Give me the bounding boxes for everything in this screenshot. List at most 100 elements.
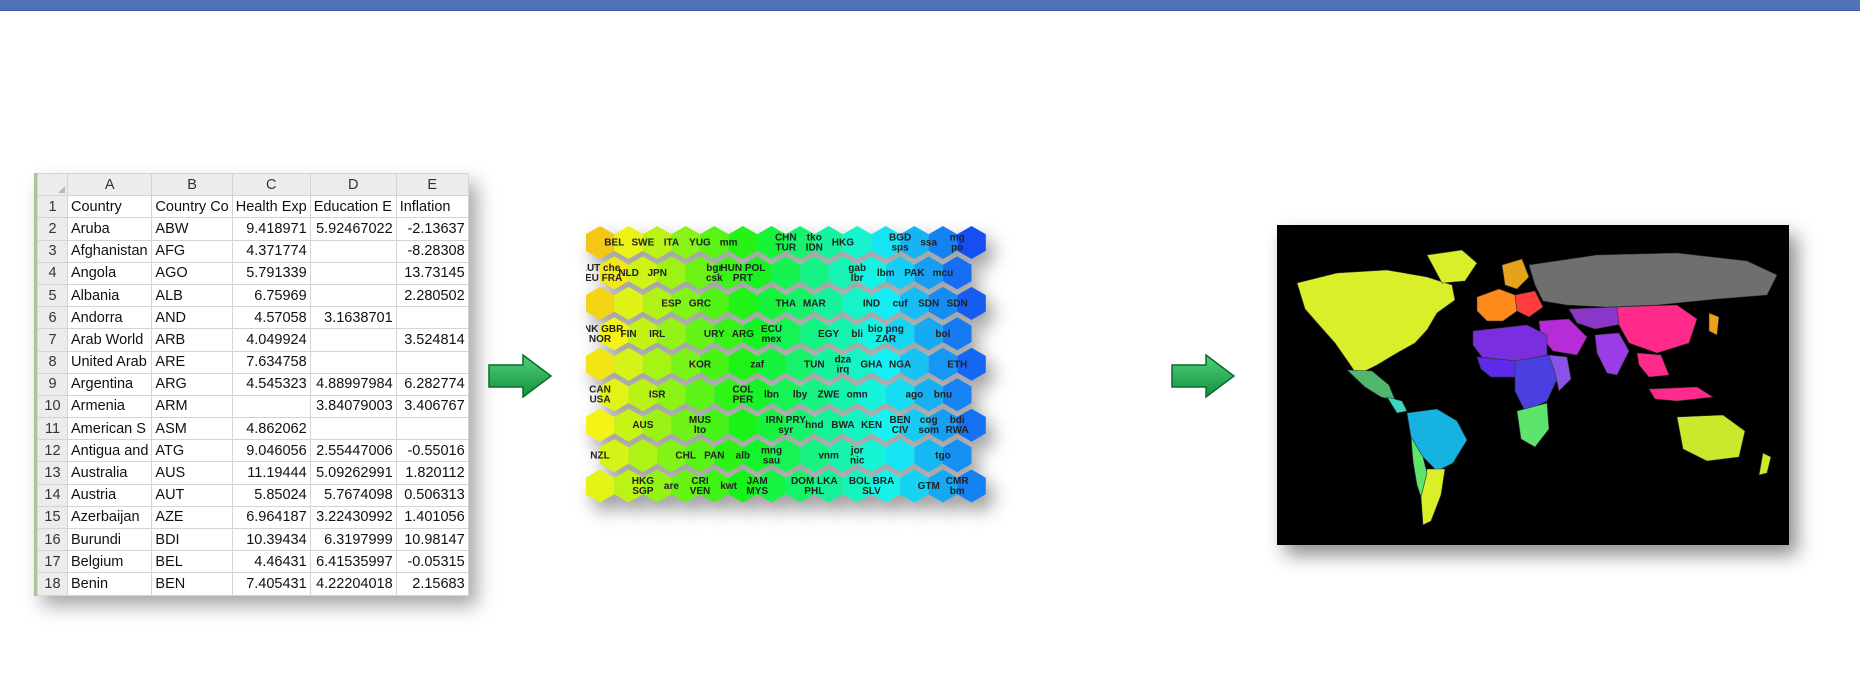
row-number[interactable]: 5 bbox=[37, 283, 68, 308]
table-cell[interactable]: 10.39434 bbox=[231, 527, 311, 552]
table-cell[interactable]: 6.282774 bbox=[395, 372, 469, 396]
column-header[interactable]: D bbox=[309, 172, 397, 197]
table-cell[interactable]: AUS bbox=[151, 461, 233, 485]
row-number[interactable]: 13 bbox=[37, 461, 68, 485]
row-number[interactable]: 11 bbox=[37, 417, 68, 441]
table-cell[interactable]: Benin bbox=[66, 572, 153, 596]
table-cell[interactable]: 1.820112 bbox=[395, 461, 469, 485]
table-cell[interactable]: Country bbox=[66, 195, 153, 219]
table-cell[interactable]: Angola bbox=[66, 261, 153, 285]
row-number[interactable]: 2 bbox=[37, 217, 68, 241]
table-cell[interactable]: 10.98147 bbox=[395, 527, 469, 552]
table-cell[interactable]: Aruba bbox=[66, 217, 153, 241]
table-cell[interactable]: AND bbox=[151, 306, 233, 330]
column-header[interactable]: E bbox=[395, 172, 469, 197]
row-number[interactable]: 14 bbox=[37, 483, 68, 507]
table-cell[interactable]: 4.22204018 bbox=[309, 572, 397, 596]
table-cell[interactable]: Inflation bbox=[395, 195, 469, 219]
table-cell[interactable]: 6.964187 bbox=[231, 505, 311, 530]
table-cell[interactable] bbox=[309, 239, 397, 263]
table-cell[interactable]: 5.09262991 bbox=[309, 461, 397, 485]
column-header[interactable]: C bbox=[231, 172, 311, 197]
table-cell[interactable] bbox=[309, 328, 397, 352]
table-cell[interactable] bbox=[231, 394, 311, 419]
table-cell[interactable]: 4.46431 bbox=[231, 550, 311, 574]
row-number[interactable]: 7 bbox=[37, 328, 68, 352]
table-cell[interactable] bbox=[395, 350, 469, 374]
table-cell[interactable]: Armenia bbox=[66, 394, 153, 419]
table-cell[interactable]: Arab World bbox=[66, 328, 153, 352]
table-cell[interactable]: ASM bbox=[151, 417, 233, 441]
table-cell[interactable]: Albania bbox=[66, 283, 153, 308]
table-cell[interactable]: 4.862062 bbox=[231, 417, 311, 441]
table-cell[interactable]: ATG bbox=[151, 439, 233, 463]
table-cell[interactable]: 6.75969 bbox=[231, 283, 311, 308]
table-cell[interactable]: 2.15683 bbox=[395, 572, 469, 596]
table-cell[interactable]: -8.28308 bbox=[395, 239, 469, 263]
table-cell[interactable]: American S bbox=[66, 417, 153, 441]
table-cell[interactable]: 6.3197999 bbox=[309, 527, 397, 552]
table-cell[interactable]: Afghanistan bbox=[66, 239, 153, 263]
table-cell[interactable]: Country Co bbox=[151, 195, 233, 219]
row-number[interactable]: 12 bbox=[37, 439, 68, 463]
table-cell[interactable]: 13.73145 bbox=[395, 261, 469, 285]
table-cell[interactable] bbox=[309, 283, 397, 308]
table-cell[interactable]: -0.05315 bbox=[395, 550, 469, 574]
table-cell[interactable]: -0.55016 bbox=[395, 439, 469, 463]
table-cell[interactable]: ARB bbox=[151, 328, 233, 352]
table-cell[interactable]: 3.22430992 bbox=[309, 505, 397, 530]
table-cell[interactable]: AFG bbox=[151, 239, 233, 263]
table-cell[interactable]: Belgium bbox=[66, 550, 153, 574]
table-cell[interactable]: AUT bbox=[151, 483, 233, 507]
table-cell[interactable]: ARG bbox=[151, 372, 233, 396]
row-number[interactable]: 6 bbox=[37, 306, 68, 330]
row-number[interactable]: 3 bbox=[37, 239, 68, 263]
table-cell[interactable]: 7.405431 bbox=[231, 572, 311, 596]
table-cell[interactable]: 1.401056 bbox=[395, 505, 469, 530]
table-cell[interactable]: 5.7674098 bbox=[309, 483, 397, 507]
table-cell[interactable]: 5.85024 bbox=[231, 483, 311, 507]
table-cell[interactable]: 4.545323 bbox=[231, 372, 311, 396]
table-cell[interactable]: 5.92467022 bbox=[309, 217, 397, 241]
table-cell[interactable]: United Arab bbox=[66, 350, 153, 374]
select-all-corner[interactable] bbox=[37, 172, 68, 197]
table-cell[interactable]: Australia bbox=[66, 461, 153, 485]
table-cell[interactable]: Argentina bbox=[66, 372, 153, 396]
table-cell[interactable]: ARE bbox=[151, 350, 233, 374]
table-cell[interactable]: 7.634758 bbox=[231, 350, 311, 374]
table-cell[interactable]: Andorra bbox=[66, 306, 153, 330]
table-cell[interactable]: 11.19444 bbox=[231, 461, 311, 485]
table-cell[interactable]: 3.406767 bbox=[395, 394, 469, 419]
table-cell[interactable]: 4.57058 bbox=[231, 306, 311, 330]
table-cell[interactable]: Health Exp bbox=[231, 195, 311, 219]
table-cell[interactable]: 4.88997984 bbox=[309, 372, 397, 396]
table-cell[interactable]: 5.791339 bbox=[231, 261, 311, 285]
row-number[interactable]: 9 bbox=[37, 372, 68, 396]
row-number[interactable]: 8 bbox=[37, 350, 68, 374]
table-cell[interactable]: BDI bbox=[151, 527, 233, 552]
table-cell[interactable] bbox=[395, 306, 469, 330]
table-cell[interactable]: Austria bbox=[66, 483, 153, 507]
row-number[interactable]: 17 bbox=[37, 550, 68, 574]
table-cell[interactable]: Education E bbox=[309, 195, 397, 219]
table-cell[interactable]: 6.41535997 bbox=[309, 550, 397, 574]
table-cell[interactable] bbox=[309, 417, 397, 441]
table-cell[interactable] bbox=[309, 350, 397, 374]
column-header[interactable]: B bbox=[151, 172, 233, 197]
table-cell[interactable]: 4.371774 bbox=[231, 239, 311, 263]
table-cell[interactable]: BEN bbox=[151, 572, 233, 596]
table-cell[interactable]: 2.280502 bbox=[395, 283, 469, 308]
table-cell[interactable]: Azerbaijan bbox=[66, 505, 153, 530]
row-number[interactable]: 4 bbox=[37, 261, 68, 285]
row-number[interactable]: 15 bbox=[37, 505, 68, 530]
row-number[interactable]: 18 bbox=[37, 572, 68, 596]
table-cell[interactable]: -2.13637 bbox=[395, 217, 469, 241]
table-cell[interactable]: Burundi bbox=[66, 527, 153, 552]
table-cell[interactable]: AZE bbox=[151, 505, 233, 530]
table-cell[interactable]: 2.55447006 bbox=[309, 439, 397, 463]
table-cell[interactable] bbox=[309, 261, 397, 285]
table-cell[interactable]: BEL bbox=[151, 550, 233, 574]
table-cell[interactable]: ARM bbox=[151, 394, 233, 419]
table-cell[interactable] bbox=[395, 417, 469, 441]
table-cell[interactable]: 9.046056 bbox=[231, 439, 311, 463]
